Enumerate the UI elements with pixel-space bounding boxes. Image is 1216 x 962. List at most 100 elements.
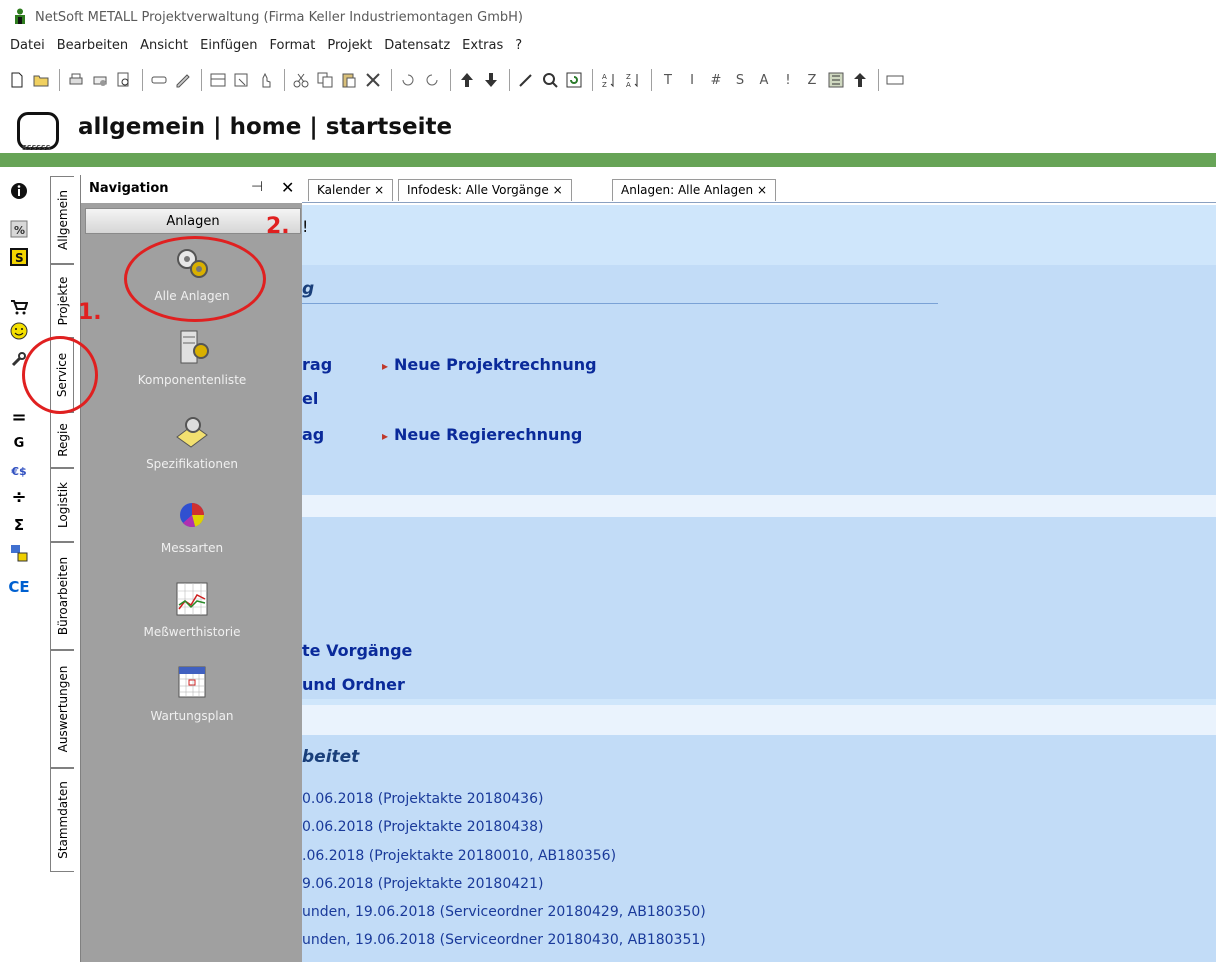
- tab-label: Projekte: [55, 276, 70, 326]
- copy-icon[interactable]: [314, 69, 336, 91]
- nav-item-label: Meßwerthistorie: [143, 625, 241, 639]
- recent-item[interactable]: unden, 19.06.2018 (Serviceordner 2018043…: [302, 932, 706, 948]
- tab-auswertungen[interactable]: Auswertungen: [50, 650, 74, 768]
- app-person-icon: [15, 8, 25, 24]
- toolbar-text-hash[interactable]: #: [705, 69, 727, 91]
- recent-item[interactable]: unden, 19.06.2018 (Serviceordner 2018042…: [302, 904, 706, 920]
- link-neue-projektrechnung[interactable]: ▸ Neue Projektrechnung: [382, 355, 597, 374]
- recent-item[interactable]: 9.06.2018 (Projektakte 20180421): [302, 876, 543, 892]
- toolbar-separator: [651, 69, 652, 91]
- pin-icon[interactable]: ⊣: [251, 179, 263, 195]
- nav-item-messarten[interactable]: Messarten: [81, 495, 303, 555]
- menu-einfuegen[interactable]: Einfügen: [194, 34, 263, 58]
- arrow-down-icon[interactable]: [480, 69, 502, 91]
- menu-extras[interactable]: Extras: [456, 34, 509, 58]
- toolbar-text-s[interactable]: S: [729, 69, 751, 91]
- percent-icon[interactable]: %: [8, 218, 30, 240]
- currency-icon[interactable]: €$: [8, 460, 30, 482]
- edit-link-icon[interactable]: [172, 69, 194, 91]
- pen-icon[interactable]: [515, 69, 537, 91]
- app-window: NetSoft METALL Projektverwaltung (Firma …: [0, 0, 1216, 962]
- recent-item[interactable]: 0.06.2018 (Projektakte 20180438): [302, 819, 543, 835]
- annotation-circle-alle-anlagen: [124, 236, 266, 322]
- toolbar-text-i[interactable]: I: [681, 69, 703, 91]
- arrow-up-icon[interactable]: [456, 69, 478, 91]
- recent-item[interactable]: 0.06.2018 (Projektakte 20180436): [302, 791, 543, 807]
- smiley-icon[interactable]: [8, 320, 30, 342]
- toolbar-text-a[interactable]: A: [753, 69, 775, 91]
- redo-icon[interactable]: [421, 69, 443, 91]
- cut-icon[interactable]: [290, 69, 312, 91]
- equals-icon[interactable]: =: [8, 406, 30, 428]
- toolbar-text-z[interactable]: Z: [801, 69, 823, 91]
- ce-mark-icon[interactable]: CE: [8, 576, 30, 598]
- link-neue-regierechnung[interactable]: ▸ Neue Regierechnung: [382, 425, 582, 444]
- nav-item-wartungsplan[interactable]: Wartungsplan: [81, 663, 303, 723]
- undo-icon[interactable]: [397, 69, 419, 91]
- print-setup-icon[interactable]: [89, 69, 111, 91]
- menu-format[interactable]: Format: [264, 34, 322, 58]
- tab-stammdaten[interactable]: Stammdaten: [50, 768, 74, 872]
- calendar-icon: [178, 666, 206, 698]
- tab-logistik[interactable]: Logistik: [50, 468, 74, 542]
- shopping-cart-icon[interactable]: [8, 296, 30, 318]
- tree-icon[interactable]: [825, 69, 847, 91]
- annotation-step-two: 2.: [266, 214, 290, 239]
- tab-allgemein[interactable]: Allgemein: [50, 176, 74, 264]
- document-tab-bar: Kalender × Infodesk: Alle Vorgänge × Anl…: [302, 175, 1216, 203]
- menu-help[interactable]: ?: [509, 34, 528, 58]
- tab-projekte[interactable]: Projekte: [50, 264, 74, 338]
- divide-icon[interactable]: ÷: [8, 486, 30, 508]
- delete-icon[interactable]: [362, 69, 384, 91]
- section-title-1: g: [302, 279, 315, 299]
- link-ag[interactable]: ag: [302, 425, 324, 444]
- view-icon[interactable]: [231, 69, 253, 91]
- hand-icon[interactable]: [255, 69, 277, 91]
- sort-descending-icon[interactable]: ZA: [622, 69, 644, 91]
- menu-projekt[interactable]: Projekt: [321, 34, 378, 58]
- link-ordner[interactable]: und Ordner: [302, 675, 405, 694]
- menu-ansicht[interactable]: Ansicht: [134, 34, 194, 58]
- g-icon[interactable]: G: [8, 432, 30, 454]
- find-icon[interactable]: [539, 69, 561, 91]
- link-vorgaenge[interactable]: te Vorgänge: [302, 641, 412, 660]
- nav-item-messwerthistorie[interactable]: Meßwerthistorie: [81, 579, 303, 639]
- toolbar-separator: [201, 69, 202, 91]
- doc-tab-kalender[interactable]: Kalender ×: [308, 179, 394, 201]
- sort-ascending-icon[interactable]: AZ: [598, 69, 620, 91]
- paste-icon[interactable]: [338, 69, 360, 91]
- doc-tab-anlagen[interactable]: Anlagen: Alle Anlagen ×: [612, 179, 777, 201]
- tab-regie[interactable]: Regie: [50, 412, 74, 468]
- menu-bearbeiten[interactable]: Bearbeiten: [51, 34, 134, 58]
- recent-item[interactable]: .06.2018 (Projektakte 20180010, AB180356…: [302, 848, 616, 864]
- info-icon[interactable]: [8, 180, 30, 202]
- nav-item-komponentenliste[interactable]: Komponentenliste: [81, 327, 303, 387]
- transfer-icon[interactable]: [8, 542, 30, 564]
- sum-icon[interactable]: Σ: [8, 514, 30, 536]
- link-label: Neue Regierechnung: [394, 425, 583, 444]
- close-icon[interactable]: ✕: [281, 178, 294, 197]
- open-folder-icon[interactable]: [30, 69, 52, 91]
- form-icon[interactable]: [207, 69, 229, 91]
- refresh-icon[interactable]: [563, 69, 585, 91]
- menu-datei[interactable]: Datei: [4, 34, 51, 58]
- doc-tab-infodesk[interactable]: Infodesk: Alle Vorgänge ×: [398, 179, 572, 201]
- s-badge-icon[interactable]: S: [8, 246, 30, 268]
- section-band-1: [302, 265, 1216, 495]
- link-icon[interactable]: [148, 69, 170, 91]
- link-el[interactable]: el: [302, 389, 318, 408]
- menu-datensatz[interactable]: Datensatz: [378, 34, 456, 58]
- tab-label: Allgemein: [55, 190, 70, 250]
- field-icon[interactable]: [884, 69, 906, 91]
- pie-chart-icon: [180, 503, 204, 527]
- export-icon[interactable]: [849, 69, 871, 91]
- nav-item-spezifikationen[interactable]: Spezifikationen: [81, 411, 303, 471]
- print-preview-icon[interactable]: [113, 69, 135, 91]
- tab-bueroarbeiten[interactable]: Büroarbeiten: [50, 542, 74, 650]
- link-rag[interactable]: rag: [302, 355, 332, 374]
- vertical-tab-bar: Allgemein Projekte Service Regie Logisti…: [44, 170, 80, 962]
- toolbar-text-t[interactable]: T: [657, 69, 679, 91]
- print-icon[interactable]: [65, 69, 87, 91]
- toolbar-text-exclaim[interactable]: !: [777, 69, 799, 91]
- new-document-icon[interactable]: [6, 69, 28, 91]
